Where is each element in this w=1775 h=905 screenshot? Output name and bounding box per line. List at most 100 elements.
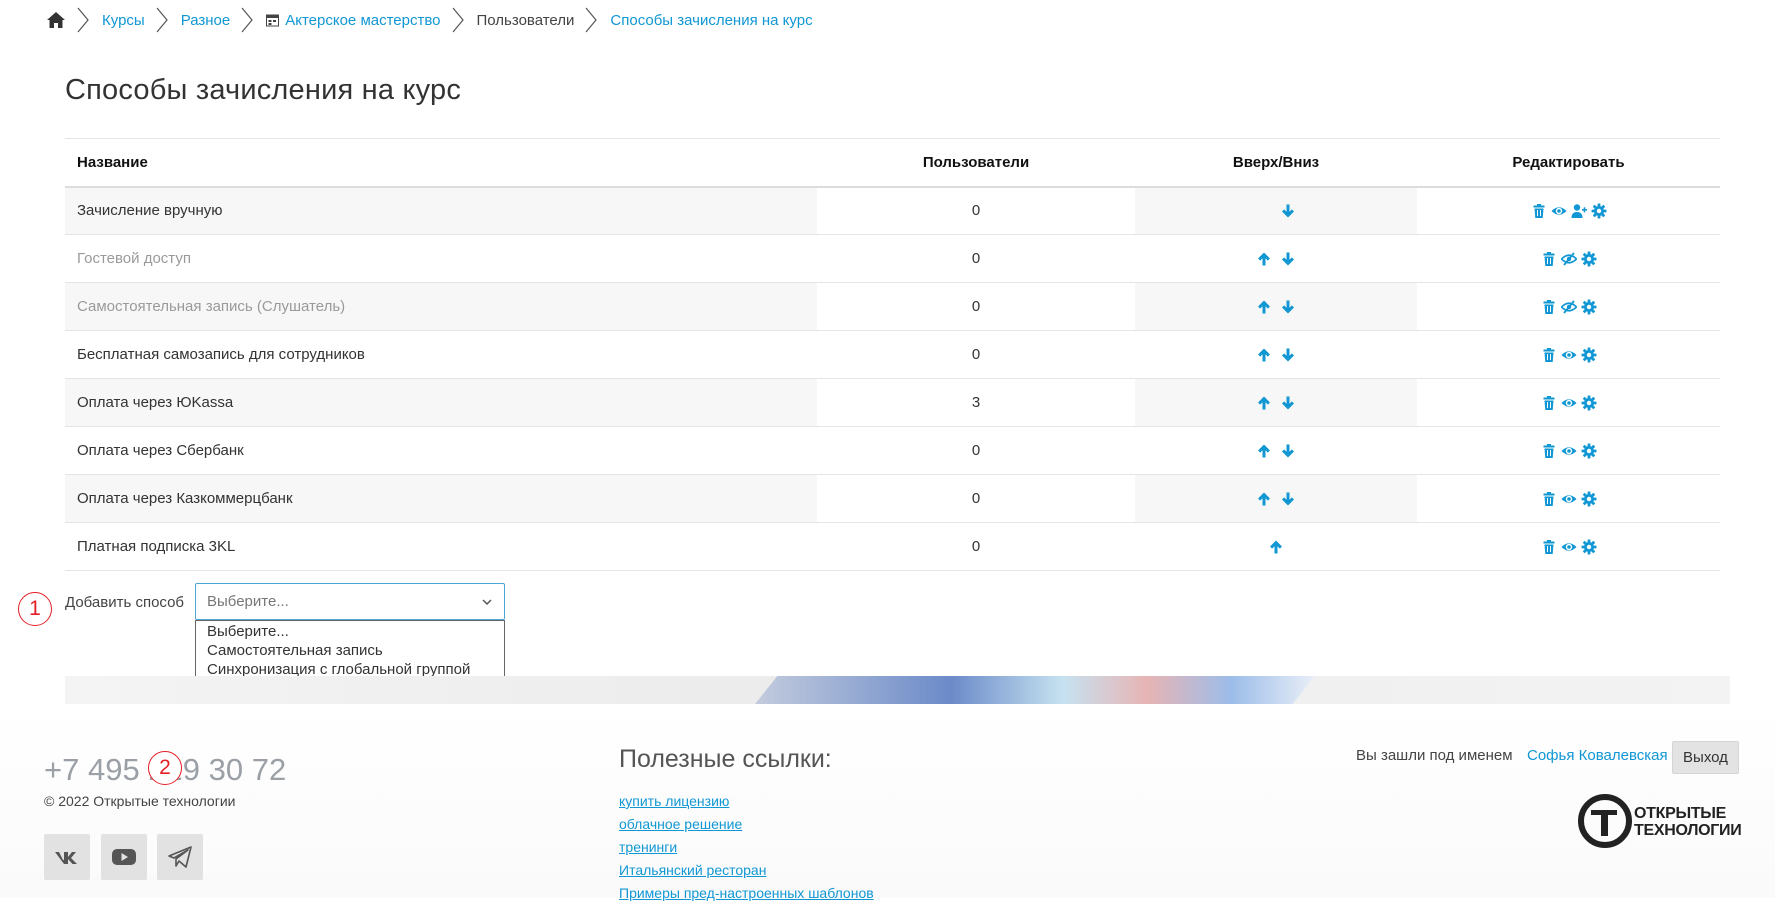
- row-edit-actions: [1417, 234, 1720, 283]
- arrow-up-icon[interactable]: [1256, 443, 1272, 459]
- row-name: Оплата через ЮKassa: [65, 378, 817, 427]
- row-name: Оплата через Казкоммерцбанк: [65, 474, 817, 523]
- user-plus-icon[interactable]: [1571, 203, 1587, 219]
- eye-icon[interactable]: [1561, 347, 1577, 363]
- row-users-count[interactable]: 0: [817, 282, 1135, 331]
- useful-links-list: купить лицензию облачное решение тренинги И…: [619, 790, 874, 905]
- home-icon[interactable]: [46, 10, 66, 30]
- arrow-up-icon[interactable]: [1256, 251, 1272, 267]
- dropdown-option[interactable]: Самостоятельная запись: [196, 641, 504, 660]
- arrow-down-icon[interactable]: [1280, 395, 1296, 411]
- arrow-down-icon[interactable]: [1280, 347, 1296, 363]
- gear-icon[interactable]: [1581, 491, 1597, 507]
- row-users-count[interactable]: 0: [817, 330, 1135, 379]
- eye-icon[interactable]: [1561, 395, 1577, 411]
- gear-icon[interactable]: [1591, 203, 1607, 219]
- trash-icon[interactable]: [1531, 203, 1547, 219]
- row-users-count[interactable]: 0: [817, 426, 1135, 475]
- page-title: Способы зачисления на курс: [65, 74, 462, 106]
- row-updown: [1135, 522, 1417, 571]
- arrow-up-icon[interactable]: [1256, 299, 1272, 315]
- vk-icon: [55, 852, 77, 864]
- trash-icon[interactable]: [1541, 539, 1557, 555]
- add-method-selected-value: Выберите...: [207, 593, 289, 610]
- trash-icon[interactable]: [1541, 395, 1557, 411]
- header-updown: Вверх/Вниз: [1135, 138, 1417, 188]
- trash-icon[interactable]: [1541, 251, 1557, 267]
- table-row: Оплата через ЮKassa 3: [65, 378, 1720, 427]
- row-users-count[interactable]: 0: [817, 522, 1135, 571]
- row-edit-actions: [1417, 330, 1720, 379]
- trash-icon[interactable]: [1541, 347, 1557, 363]
- trash-icon[interactable]: [1541, 443, 1557, 459]
- breadcrumb: Курсы Разное Актерское мастерство Пользо…: [46, 6, 813, 34]
- table-row: Гостевой доступ 0: [65, 234, 1720, 283]
- useful-link[interactable]: облачное решение: [619, 813, 874, 836]
- useful-link[interactable]: Итальянский ресторан: [619, 859, 874, 882]
- gear-icon[interactable]: [1581, 299, 1597, 315]
- arrow-up-icon[interactable]: [1256, 395, 1272, 411]
- row-updown: [1135, 330, 1417, 379]
- arrow-down-icon[interactable]: [1280, 491, 1296, 507]
- arrow-up-icon[interactable]: [1268, 539, 1284, 555]
- add-method-select[interactable]: Выберите...: [195, 583, 505, 620]
- arrow-down-icon[interactable]: [1280, 299, 1296, 315]
- eye-icon[interactable]: [1561, 491, 1577, 507]
- dropdown-option[interactable]: Выберите...: [196, 622, 504, 641]
- table-header-row: Название Пользователи Вверх/Вниз Редакти…: [65, 138, 1720, 188]
- login-user-link[interactable]: Софья Ковалевская: [1527, 747, 1668, 764]
- useful-link[interactable]: купить лицензию: [619, 790, 874, 813]
- arrow-down-icon[interactable]: [1280, 443, 1296, 459]
- row-updown: [1135, 474, 1417, 523]
- header-edit: Редактировать: [1417, 138, 1720, 188]
- row-users-count[interactable]: 0: [817, 186, 1135, 235]
- enrol-methods-table: Название Пользователи Вверх/Вниз Редакти…: [65, 138, 1720, 571]
- breadcrumb-users: Пользователи: [476, 11, 575, 29]
- arrow-up-icon[interactable]: [1256, 491, 1272, 507]
- row-users-count[interactable]: 0: [817, 474, 1135, 523]
- useful-links-title: Полезные ссылки:: [619, 745, 832, 773]
- telegram-icon: [168, 846, 192, 868]
- breadcrumb-course[interactable]: Актерское мастерство: [285, 12, 440, 29]
- course-icon: [266, 14, 280, 27]
- vk-button[interactable]: [44, 834, 90, 880]
- breadcrumb-enrol-methods[interactable]: Способы зачисления на курс: [610, 12, 812, 29]
- gear-icon[interactable]: [1581, 347, 1597, 363]
- eye-slash-icon[interactable]: [1560, 251, 1577, 267]
- row-users-count[interactable]: 0: [817, 234, 1135, 283]
- brand-logo: ОТКРЫТЫЕ ТЕХНОЛОГИИ: [1577, 793, 1742, 853]
- eye-slash-icon[interactable]: [1560, 299, 1577, 315]
- row-users-count[interactable]: 3: [817, 378, 1135, 427]
- useful-link[interactable]: Примеры пред-настроенных шаблонов: [619, 882, 874, 905]
- breadcrumb-separator-icon: [580, 6, 604, 34]
- arrow-down-icon[interactable]: [1280, 251, 1296, 267]
- arrow-up-icon[interactable]: [1256, 347, 1272, 363]
- row-edit-actions: [1417, 522, 1720, 571]
- youtube-button[interactable]: [101, 834, 147, 880]
- row-name: Платная подписка 3KL: [65, 522, 817, 571]
- row-name: Самостоятельная запись (Слушатель): [65, 282, 817, 331]
- eye-icon[interactable]: [1561, 539, 1577, 555]
- logout-button[interactable]: Выход: [1672, 741, 1739, 774]
- trash-icon[interactable]: [1541, 491, 1557, 507]
- useful-link[interactable]: тренинги: [619, 836, 874, 859]
- gear-icon[interactable]: [1581, 395, 1597, 411]
- gear-icon[interactable]: [1581, 251, 1597, 267]
- gear-icon[interactable]: [1581, 539, 1597, 555]
- telegram-button[interactable]: [157, 834, 203, 880]
- brand-line-2: ТЕХНОЛОГИИ: [1634, 822, 1742, 839]
- eye-icon[interactable]: [1551, 203, 1567, 219]
- breadcrumb-courses[interactable]: Курсы: [102, 12, 145, 29]
- row-updown: [1135, 234, 1417, 283]
- eye-icon[interactable]: [1561, 443, 1577, 459]
- gear-icon[interactable]: [1581, 443, 1597, 459]
- header-users: Пользователи: [817, 138, 1135, 188]
- trash-icon[interactable]: [1541, 299, 1557, 315]
- login-info: Вы зашли под именем: [1356, 747, 1513, 764]
- breadcrumb-separator-icon: [72, 6, 96, 34]
- row-edit-actions: [1417, 282, 1720, 331]
- arrow-down-icon[interactable]: [1280, 203, 1296, 219]
- row-updown: [1135, 282, 1417, 331]
- breadcrumb-misc[interactable]: Разное: [181, 12, 231, 29]
- row-updown: [1135, 186, 1417, 235]
